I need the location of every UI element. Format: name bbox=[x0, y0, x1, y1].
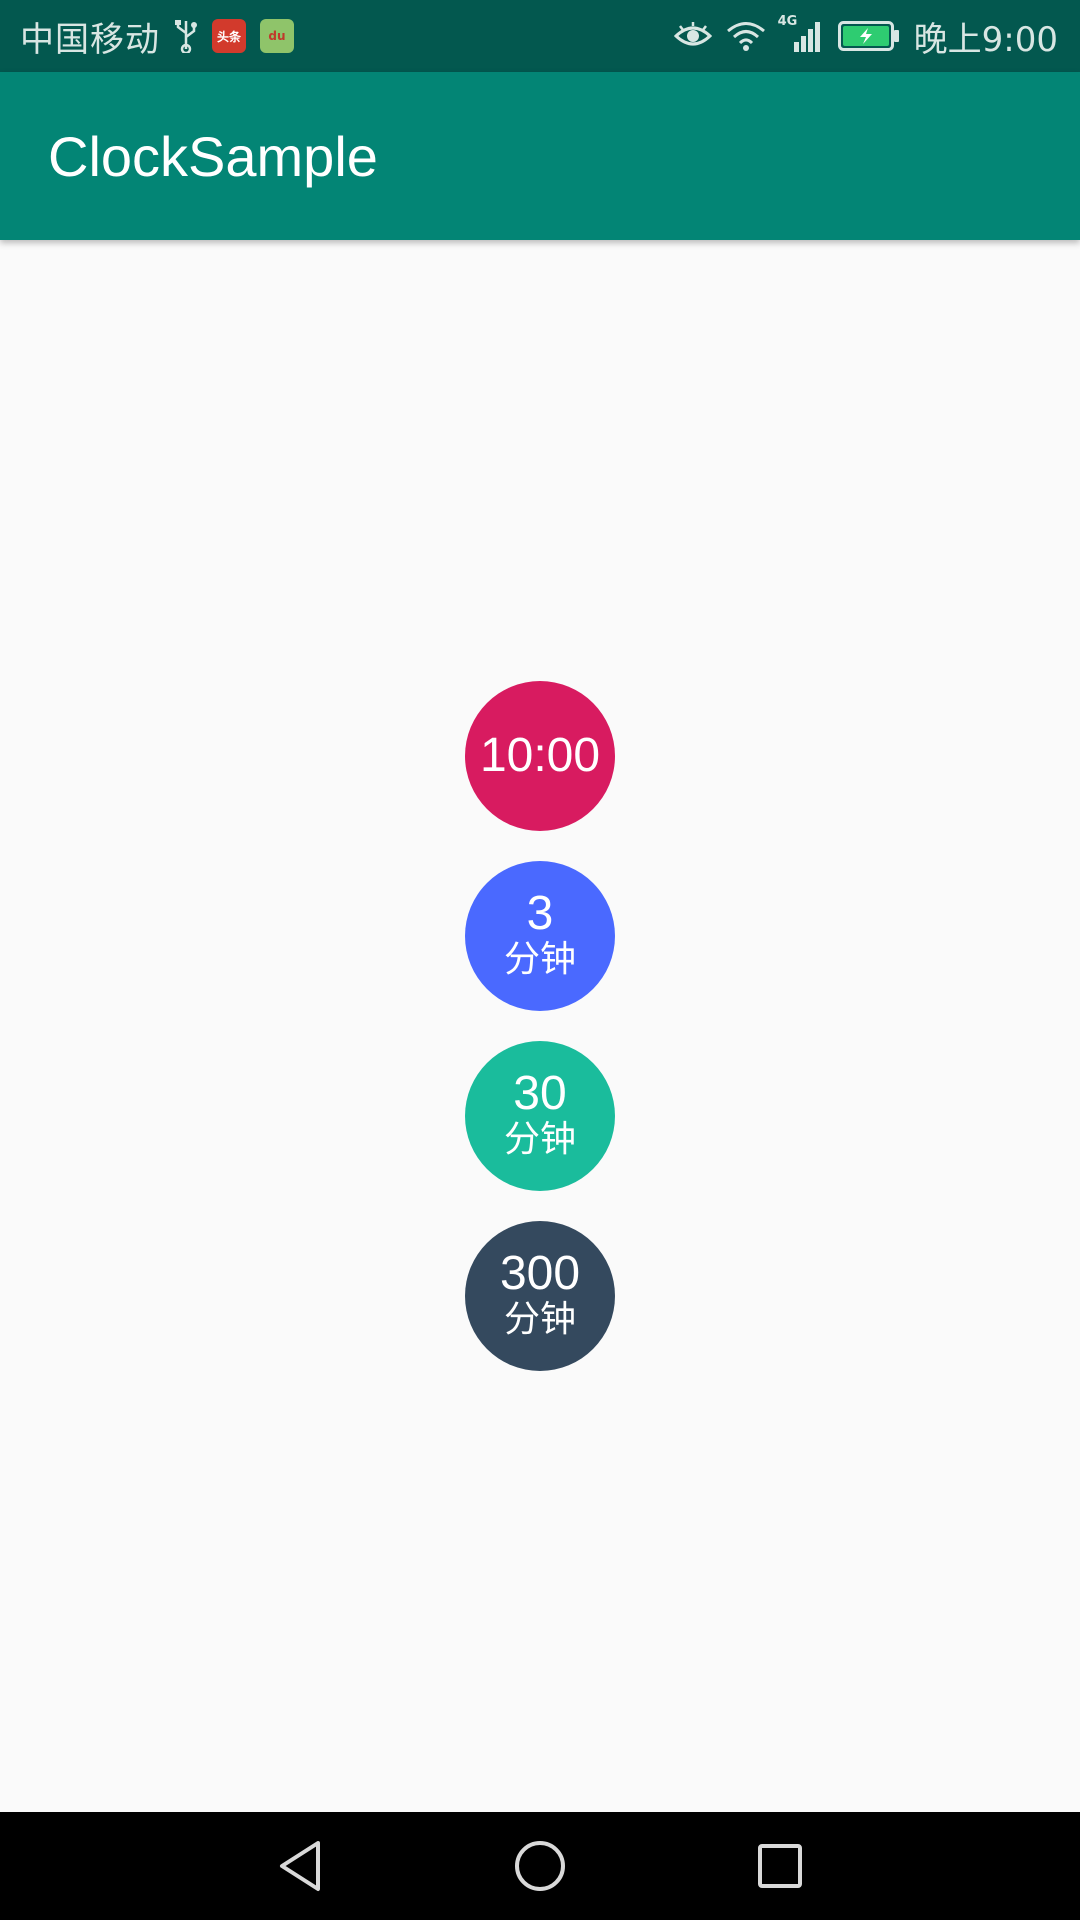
timer-button-unit: 分钟 bbox=[503, 1299, 576, 1340]
home-icon bbox=[515, 1841, 565, 1891]
timer-button-value: 3 bbox=[526, 887, 554, 940]
battery-charging-icon bbox=[837, 21, 900, 51]
clock-button-value: 10:00 bbox=[479, 729, 601, 782]
screen: 中国移动 头条 du 4G 晚上9:00 ClockSample 10:00 3… bbox=[0, 0, 1080, 1920]
usb-icon bbox=[174, 19, 198, 53]
timer-button-300-min[interactable]: 300 分钟 bbox=[465, 1221, 615, 1371]
timer-button-30-min[interactable]: 30 分钟 bbox=[465, 1041, 615, 1191]
timer-button-value: 300 bbox=[499, 1247, 581, 1300]
status-bar-right: 4G 晚上9:00 bbox=[660, 12, 1058, 61]
timer-button-unit: 分钟 bbox=[503, 1119, 576, 1160]
timer-list: 10:00 3 分钟 30 分钟 300 分钟 bbox=[0, 240, 1080, 1812]
timer-button-unit: 分钟 bbox=[503, 939, 576, 980]
network-type-label: 4G bbox=[777, 14, 798, 29]
back-icon bbox=[280, 1841, 320, 1891]
cellular-signal-icon: 4G bbox=[778, 14, 824, 52]
recent-apps-icon bbox=[758, 1844, 802, 1888]
carrier-label: 中国移动 bbox=[20, 19, 160, 60]
status-bar: 中国移动 头条 du 4G 晚上9:00 bbox=[0, 0, 1080, 72]
toutiao-news-icon: 头条 bbox=[212, 19, 246, 53]
app-title: ClockSample bbox=[48, 124, 378, 188]
status-time: 晚上9:00 bbox=[913, 19, 1058, 60]
clock-button-10-00[interactable]: 10:00 bbox=[465, 681, 615, 831]
app-bar: ClockSample bbox=[0, 72, 1080, 240]
eye-comfort-icon bbox=[673, 22, 712, 50]
navigation-bar bbox=[0, 1812, 1080, 1920]
back-button[interactable] bbox=[270, 1836, 330, 1896]
timer-button-value: 30 bbox=[513, 1067, 567, 1120]
timer-button-3-min[interactable]: 3 分钟 bbox=[465, 861, 615, 1011]
baidu-map-icon: du bbox=[260, 19, 294, 53]
recent-apps-button[interactable] bbox=[750, 1836, 810, 1896]
home-button[interactable] bbox=[510, 1836, 570, 1896]
status-bar-left: 中国移动 头条 du bbox=[20, 12, 294, 61]
wifi-icon bbox=[726, 20, 766, 52]
